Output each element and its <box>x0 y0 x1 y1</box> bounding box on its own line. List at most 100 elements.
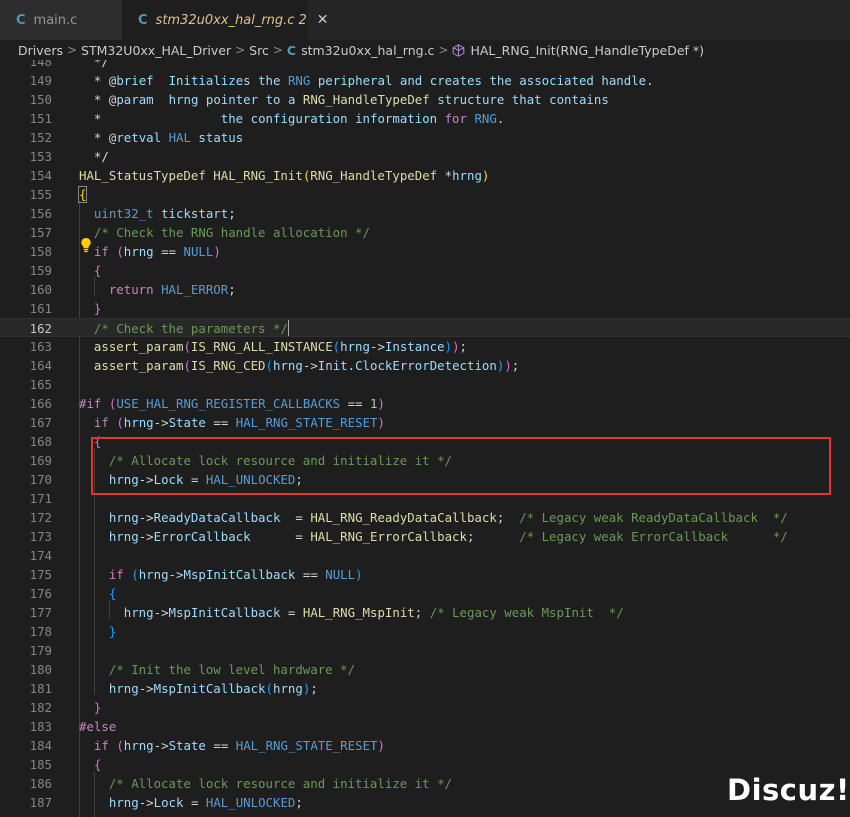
c-file-icon: C <box>286 42 297 58</box>
breadcrumb-item-file[interactable]: stm32u0xx_hal_rng.c <box>301 43 434 58</box>
code-line[interactable]: 157 /* Check the RNG handle allocation *… <box>0 223 850 242</box>
line-number: 167 <box>29 415 52 430</box>
code-line[interactable]: 153 */ <box>0 147 850 166</box>
code-line[interactable]: 186 /* Allocate lock resource and initia… <box>0 774 850 793</box>
breadcrumb-item-src[interactable]: Src <box>249 43 269 58</box>
line-number: 185 <box>29 757 52 772</box>
line-number: 186 <box>29 776 52 791</box>
breadcrumb: Drivers > STM32U0xx_HAL_Driver > Src > C… <box>0 40 850 60</box>
code-line[interactable]: 152 * @retval HAL status <box>0 128 850 147</box>
code-line[interactable]: 158 if (hrng == NULL) <box>0 242 850 261</box>
breadcrumb-item-function[interactable]: HAL_RNG_Init(RNG_HandleTypeDef *) <box>470 43 704 58</box>
code-line[interactable]: 154 HAL_StatusTypeDef HAL_RNG_Init(RNG_Ha… <box>0 166 850 185</box>
code-line[interactable]: 164 assert_param(IS_RNG_CED(hrng->Init.C… <box>0 356 850 375</box>
line-number: 160 <box>29 282 52 297</box>
line-number: 154 <box>29 168 52 183</box>
code-text: /* Check the parameters */ <box>93 320 289 336</box>
code-line[interactable]: 156 uint32_t tickstart; <box>0 204 850 223</box>
code-text: } <box>93 700 102 715</box>
line-number: 168 <box>29 434 52 449</box>
line-number: 181 <box>29 681 52 696</box>
line-number: 156 <box>29 206 52 221</box>
code-text: * @brief Initializes the RNG peripheral … <box>93 73 654 88</box>
code-line[interactable]: 184 if (hrng->State == HAL_RNG_STATE_RES… <box>0 736 850 755</box>
c-file-icon: C <box>16 12 26 28</box>
code-line[interactable]: 159 { <box>0 261 850 280</box>
code-text: hrng->MspInitCallback(hrng); <box>108 681 318 696</box>
code-line[interactable]: 155 { <box>0 185 850 204</box>
code-line[interactable]: 173 hrng->ErrorCallback = HAL_RNG_ErrorC… <box>0 527 850 546</box>
line-number: 183 <box>29 719 52 734</box>
code-text: /* Init the low level hardware */ <box>108 662 356 677</box>
line-number: 150 <box>29 92 52 107</box>
code-line[interactable]: 151 * the configuration information for … <box>0 109 850 128</box>
code-text: if (hrng == NULL) <box>93 244 221 259</box>
code-line[interactable]: 185 { <box>0 755 850 774</box>
code-line[interactable]: 183 #else <box>0 717 850 736</box>
code-line[interactable]: 150 * @param hrng pointer to a RNG_Handl… <box>0 90 850 109</box>
code-line[interactable]: 160 return HAL_ERROR; <box>0 280 850 299</box>
code-line[interactable]: 178 } <box>0 622 850 641</box>
line-number: 164 <box>29 358 52 373</box>
line-number: 162 <box>29 321 52 336</box>
code-line[interactable]: 167 if (hrng->State == HAL_RNG_STATE_RES… <box>0 413 850 432</box>
line-number: 184 <box>29 738 52 753</box>
code-text: */ <box>93 60 109 69</box>
breadcrumb-item-hal-driver[interactable]: STM32U0xx_HAL_Driver <box>81 43 231 58</box>
tab-label: stm32u0xx_hal_rng.c <box>155 12 295 28</box>
code-text: { <box>93 263 102 278</box>
chevron-right-icon: > <box>235 43 246 57</box>
code-text: #if (USE_HAL_RNG_REGISTER_CALLBACKS == 1… <box>79 396 385 411</box>
code-text: if (hrng->MspInitCallback == NULL) <box>108 567 363 582</box>
c-file-icon: C <box>138 12 148 28</box>
line-number: 176 <box>29 586 52 601</box>
tab-stm32u0xx-hal-rng-c[interactable]: C stm32u0xx_hal_rng.c 2 ✕ <box>122 0 328 40</box>
code-line[interactable]: 162 /* Check the parameters */ <box>0 318 850 337</box>
code-line[interactable]: 165 <box>0 375 850 394</box>
line-number: 159 <box>29 263 52 278</box>
code-text: { <box>93 757 102 772</box>
code-text: #else <box>79 719 117 734</box>
code-line[interactable]: 161 } <box>0 299 850 318</box>
line-number: 187 <box>29 795 52 810</box>
code-line[interactable]: 187 hrng->Lock = HAL_UNLOCKED; <box>0 793 850 812</box>
code-text: /* Allocate lock resource and initialize… <box>108 776 452 791</box>
code-line[interactable]: 180 /* Init the low level hardware */ <box>0 660 850 679</box>
line-number: 175 <box>29 567 52 582</box>
code-line[interactable]: 177 hrng->MspInitCallback = HAL_RNG_MspI… <box>0 603 850 622</box>
tab-label: main.c <box>33 12 78 28</box>
code-line[interactable]: 179 <box>0 641 850 660</box>
watermark: Discuz! <box>727 773 850 807</box>
code-text: * the configuration information for RNG. <box>93 111 505 126</box>
code-line[interactable]: 163 assert_param(IS_RNG_ALL_INSTANCE(hrn… <box>0 337 850 356</box>
close-icon[interactable]: ✕ <box>317 12 329 28</box>
line-number: 155 <box>29 187 52 202</box>
code-text: */ <box>93 149 109 164</box>
code-line[interactable]: 149 * @brief Initializes the RNG periphe… <box>0 71 850 90</box>
code-line[interactable]: 172 hrng->ReadyDataCallback = HAL_RNG_Re… <box>0 508 850 527</box>
code-line[interactable]: 176 { <box>0 584 850 603</box>
code-line[interactable]: 148 */ <box>0 60 850 71</box>
breadcrumb-item-drivers[interactable]: Drivers <box>18 43 63 58</box>
tab-main-c[interactable]: C main.c <box>0 0 122 40</box>
code-text: hrng->ErrorCallback = HAL_RNG_ErrorCallb… <box>108 529 788 544</box>
code-text: } <box>93 301 102 316</box>
line-number: 161 <box>29 301 52 316</box>
code-line[interactable]: 166 #if (USE_HAL_RNG_REGISTER_CALLBACKS =… <box>0 394 850 413</box>
lightbulb-icon[interactable] <box>80 237 92 253</box>
line-number: 170 <box>29 472 52 487</box>
code-text: /* Check the RNG handle allocation */ <box>93 225 370 240</box>
code-text: if (hrng->State == HAL_RNG_STATE_RESET) <box>93 738 385 753</box>
code-line[interactable]: 188 <box>0 812 850 817</box>
code-line[interactable]: 174 <box>0 546 850 565</box>
code-line[interactable]: 175 if (hrng->MspInitCallback == NULL) <box>0 565 850 584</box>
code-line[interactable]: 182 } <box>0 698 850 717</box>
code-text: assert_param(IS_RNG_CED(hrng->Init.Clock… <box>93 358 520 373</box>
tab-bar: C main.c C stm32u0xx_hal_rng.c 2 ✕ <box>0 0 850 40</box>
code-text: * @param hrng pointer to a RNG_HandleTyp… <box>93 92 609 107</box>
line-number: 152 <box>29 130 52 145</box>
code-line[interactable]: 181 hrng->MspInitCallback(hrng); <box>0 679 850 698</box>
chevron-right-icon: > <box>438 43 449 57</box>
line-number: 182 <box>29 700 52 715</box>
line-number: 149 <box>29 73 52 88</box>
